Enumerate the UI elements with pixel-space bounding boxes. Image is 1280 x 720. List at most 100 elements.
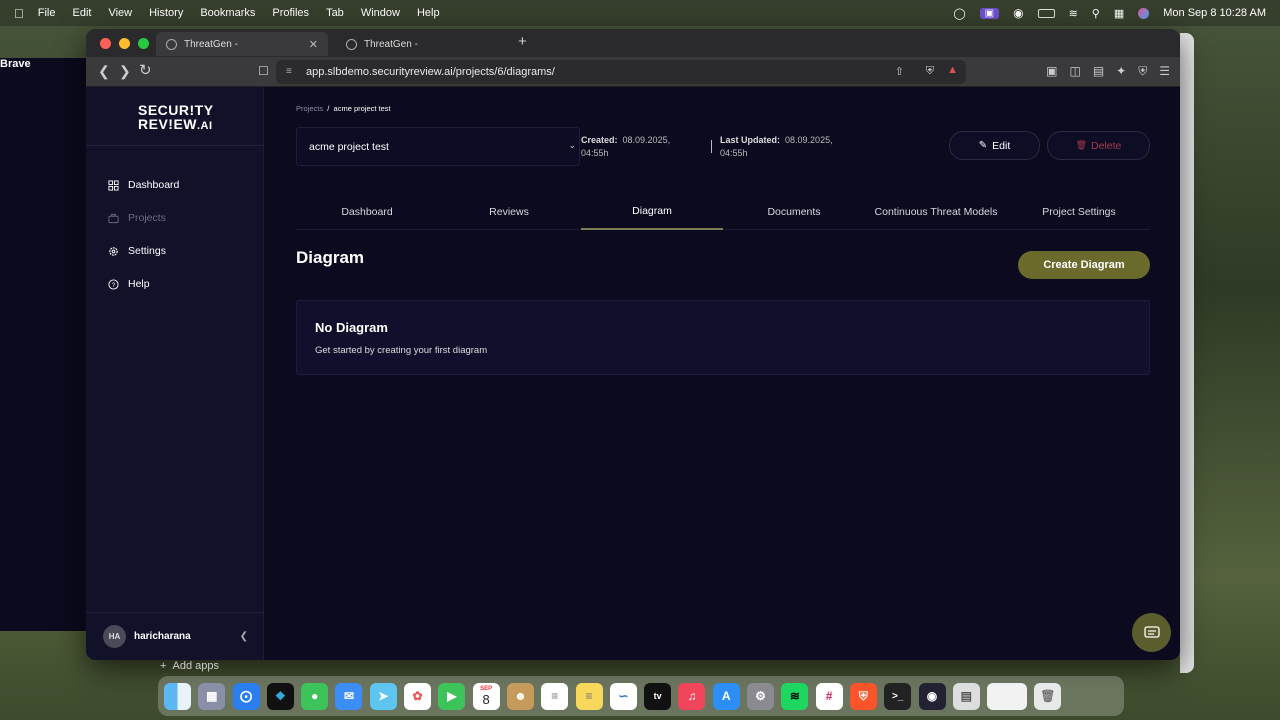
breadcrumb-projects[interactable]: Projects <box>296 104 323 113</box>
menu-profiles[interactable]: Profiles <box>272 7 309 19</box>
browser-window: ThreatGen - ✕ ThreatGen - + ❮ ❯ ↻ ☐ ≡ ap… <box>86 29 1180 660</box>
collapse-sidebar-icon[interactable]: ❮ <box>240 631 248 642</box>
trash-bin-icon[interactable]: 🗑 <box>1034 682 1062 710</box>
facetime-icon[interactable]: ▶ <box>438 682 466 710</box>
maps-icon[interactable]: ➤ <box>369 682 397 710</box>
wifi-icon[interactable]: ≋ <box>1069 7 1078 20</box>
menu-view[interactable]: View <box>108 7 132 19</box>
bookmark-icon[interactable]: ☐ <box>258 64 269 78</box>
tab-documents[interactable]: Documents <box>723 193 865 230</box>
menu-history[interactable]: History <box>149 7 183 19</box>
reminders-icon[interactable]: ≡ <box>541 682 569 710</box>
search-icon[interactable]: ⚲ <box>1092 7 1100 20</box>
mail-icon[interactable]: ✉ <box>335 682 363 710</box>
close-tab-icon[interactable]: ✕ <box>309 38 318 51</box>
leo-ai-icon[interactable]: ✦ <box>1116 64 1126 79</box>
slack-icon[interactable]: # <box>815 682 843 710</box>
screen-share-icon[interactable]: ◯ <box>953 7 965 20</box>
brave-rewards-icon[interactable]: ▲ <box>947 64 958 76</box>
downloads-stack-icon[interactable] <box>987 682 1028 710</box>
logo-line-2: REV!EW <box>138 116 197 132</box>
reload-icon[interactable]: ↻ <box>139 61 152 79</box>
close-window-button[interactable] <box>100 37 111 49</box>
launchpad-icon[interactable]: ▦ <box>198 682 226 710</box>
wallet-icon[interactable]: ▤ <box>1093 64 1104 79</box>
tab-reviews[interactable]: Reviews <box>438 193 580 230</box>
tab-dashboard[interactable]: Dashboard <box>296 193 438 230</box>
battery-icon[interactable] <box>1037 8 1055 18</box>
photos-icon[interactable]: ✿ <box>404 682 432 710</box>
sidebar: SECUR!TY REV!EW.AI Dashboard Projects Se… <box>86 87 264 660</box>
control-center-icon[interactable]: ▦ <box>1114 7 1124 20</box>
create-diagram-button[interactable]: Create Diagram <box>1018 251 1150 279</box>
new-tab-icon[interactable]: + <box>518 33 527 50</box>
browser-tab-active[interactable]: ThreatGen - ✕ <box>156 32 328 56</box>
sidebar-item-settings[interactable]: Settings <box>108 245 166 257</box>
tab-title: ThreatGen - <box>364 38 418 50</box>
system-settings-icon[interactable]: ⚙ <box>747 682 775 710</box>
project-select[interactable]: acme project test ⌄ <box>296 127 580 166</box>
sidebar-item-label: Help <box>128 278 150 290</box>
tab-project-settings[interactable]: Project Settings <box>1008 193 1150 230</box>
stage-manager-icon[interactable]: ▣ <box>979 7 1000 19</box>
gear-icon <box>109 246 118 256</box>
freeform-icon[interactable]: ∽ <box>609 682 637 710</box>
menu-tab[interactable]: Tab <box>326 7 344 19</box>
user-profile[interactable]: HA haricharana ❮ <box>86 612 264 660</box>
music-icon[interactable]: ♫ <box>678 682 706 710</box>
notes-icon[interactable]: ≡ <box>575 682 603 710</box>
menu-clock[interactable]: Mon Sep 8 10:28 AM <box>1163 7 1266 19</box>
apple-icon[interactable]:  <box>14 6 24 21</box>
screenshot-icon[interactable]: ▣ <box>1046 64 1057 79</box>
document-icon[interactable]: ▤ <box>952 682 980 710</box>
cursor-app-icon[interactable]: ❖ <box>266 682 294 710</box>
apple-tv-icon[interactable]: tv <box>644 682 672 710</box>
chevron-down-icon: ⌄ <box>568 140 576 150</box>
site-settings-icon[interactable]: ≡ <box>286 66 292 77</box>
grammarly-icon[interactable]: ◉ <box>1013 6 1023 20</box>
screenshot-tool-icon[interactable]: ◉ <box>918 682 946 710</box>
chat-icon <box>1143 625 1160 638</box>
app-store-icon[interactable]: A <box>712 682 740 710</box>
menu-window[interactable]: Window <box>361 7 400 19</box>
url-text: app.slbdemo.securityreview.ai/projects/6… <box>306 66 555 78</box>
tab-title: ThreatGen - <box>184 38 238 50</box>
page-title: Diagram <box>296 248 365 267</box>
share-icon[interactable]: ⇧ <box>895 65 904 78</box>
back-icon[interactable]: ❮ <box>98 63 110 80</box>
brave-icon[interactable]: ⛨ <box>849 682 877 710</box>
menu-icon[interactable]: ☰ <box>1159 64 1170 79</box>
tab-diagram[interactable]: Diagram <box>581 193 723 230</box>
messages-icon[interactable]: ● <box>301 682 329 710</box>
sidebar-item-projects[interactable]: Projects <box>108 212 166 224</box>
vpn-icon[interactable]: ⛨ <box>1138 64 1147 79</box>
sidebar-item-help[interactable]: ? Help <box>108 278 150 290</box>
tab-continuous-threat-models[interactable]: Continuous Threat Models <box>865 193 1007 230</box>
add-apps-label[interactable]: + Add apps <box>160 660 219 672</box>
menu-file[interactable]: File <box>38 7 56 19</box>
address-bar[interactable]: ≡ app.slbdemo.securityreview.ai/projects… <box>276 60 966 84</box>
safari-icon[interactable]: ⨀ <box>232 682 260 710</box>
app-logo[interactable]: SECUR!TY REV!EW.AI <box>138 103 214 133</box>
contacts-icon[interactable]: ☻ <box>506 682 534 710</box>
chat-button[interactable] <box>1132 613 1171 652</box>
spotify-icon[interactable]: ≋ <box>781 682 809 710</box>
delete-button[interactable]: 🗑 Delete <box>1047 131 1150 160</box>
zoom-window-button[interactable] <box>138 37 149 49</box>
menu-bookmarks[interactable]: Bookmarks <box>200 7 255 19</box>
sidebar-toggle-icon[interactable]: ◫ <box>1069 64 1080 79</box>
terminal-icon[interactable]: >_ <box>884 682 912 710</box>
menu-edit[interactable]: Edit <box>72 7 91 19</box>
sidebar-item-dashboard[interactable]: Dashboard <box>108 179 179 191</box>
menu-help[interactable]: Help <box>417 7 440 19</box>
browser-tab[interactable]: ThreatGen - <box>336 32 508 56</box>
edit-button[interactable]: ✎ Edit <box>949 131 1040 160</box>
finder-icon[interactable] <box>164 682 191 710</box>
brave-shields-icon[interactable]: ⛨ <box>926 65 934 78</box>
updated-value: 08.09.2025, <box>785 135 833 145</box>
minimize-window-button[interactable] <box>119 37 130 49</box>
siri-icon[interactable] <box>1138 7 1150 19</box>
forward-icon[interactable]: ❯ <box>119 63 131 80</box>
meta-divider <box>711 140 712 153</box>
calendar-icon[interactable]: SEP 8 <box>472 682 500 710</box>
